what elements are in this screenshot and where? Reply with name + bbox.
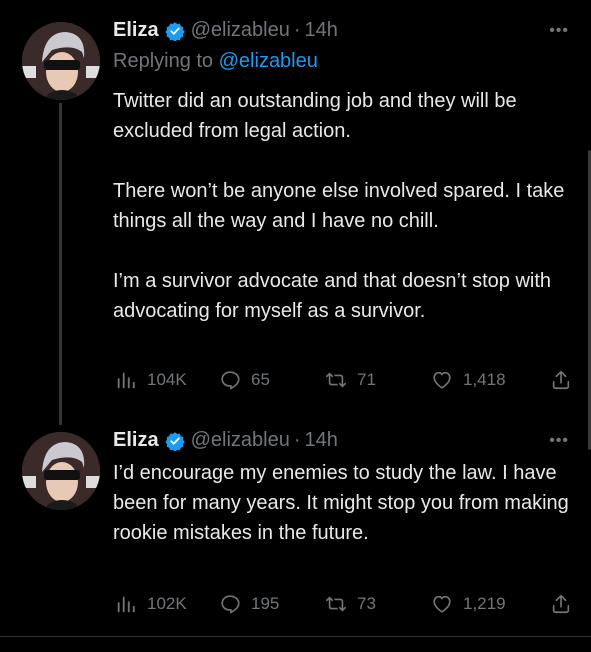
reply-count: 65	[251, 370, 270, 389]
replying-to: Replying to @elizableu	[113, 50, 318, 73]
user-handle[interactable]: @elizableu	[191, 429, 290, 452]
share-icon	[552, 594, 570, 614]
avatar-image-icon	[22, 432, 100, 510]
tweet-1[interactable]: Eliza @elizableu · 14h ••• Replying to @…	[0, 0, 591, 425]
like-count: 1,418	[463, 370, 506, 389]
timestamp[interactable]: 14h	[305, 429, 338, 452]
tweet-header: Eliza @elizableu · 14h	[113, 19, 338, 42]
views-count: 102K	[147, 594, 187, 613]
reply-count: 195	[251, 594, 280, 613]
tweet-2[interactable]: Eliza @elizableu · 14h ••• I’d encourage…	[0, 420, 591, 635]
replying-to-label: Replying to	[113, 50, 214, 72]
tweet-paragraph: There won’t be anyone else involved spar…	[113, 180, 565, 232]
like-button[interactable]: 1,418	[431, 368, 506, 392]
verified-badge-icon	[164, 21, 185, 41]
more-options-icon[interactable]: •••	[549, 22, 569, 40]
tweet-text: Twitter did an outstanding job and they …	[113, 86, 573, 326]
tweet-actions: 104K 65 71 1,418	[113, 368, 573, 392]
views-stat[interactable]: 102K	[115, 592, 187, 616]
tweet-text: I’d encourage my enemies to study the la…	[113, 458, 573, 548]
tweet-paragraph: I’d encourage my enemies to study the la…	[113, 462, 569, 544]
views-stat[interactable]: 104K	[115, 368, 187, 392]
share-button[interactable]	[550, 368, 572, 392]
tweet-header: Eliza @elizableu · 14h	[113, 429, 338, 452]
timestamp[interactable]: 14h	[305, 19, 338, 42]
like-count: 1,219	[463, 594, 506, 613]
avatar[interactable]	[22, 22, 100, 100]
thread-line	[59, 103, 62, 425]
separator-dot: ·	[293, 429, 301, 451]
tweet-divider	[0, 636, 591, 637]
retweet-button[interactable]: 71	[325, 368, 376, 392]
user-handle[interactable]: @elizableu	[191, 19, 290, 42]
avatar-image-icon	[22, 22, 100, 100]
reply-icon	[221, 595, 240, 614]
reply-button[interactable]: 65	[219, 368, 270, 392]
retweet-icon	[326, 596, 346, 612]
reply-button[interactable]: 195	[219, 592, 279, 616]
display-name[interactable]: Eliza	[113, 19, 159, 42]
retweet-button[interactable]: 73	[325, 592, 376, 616]
verified-badge-icon	[164, 431, 185, 451]
tweet-paragraph: I’m a survivor advocate and that doesn’t…	[113, 270, 552, 322]
views-chart-icon	[117, 372, 135, 389]
share-button[interactable]	[550, 592, 572, 616]
heart-icon	[433, 595, 451, 613]
more-options-icon[interactable]: •••	[549, 432, 569, 450]
reply-icon	[221, 371, 240, 390]
retweet-icon	[326, 372, 346, 388]
separator-dot: ·	[293, 19, 301, 41]
retweet-count: 73	[357, 594, 376, 613]
replying-to-link[interactable]: @elizableu	[219, 50, 318, 72]
share-icon	[552, 370, 570, 390]
tweet-actions: 102K 195 73 1,219	[113, 592, 573, 616]
retweet-count: 71	[357, 370, 376, 389]
views-count: 104K	[147, 370, 187, 389]
heart-icon	[433, 371, 451, 389]
display-name[interactable]: Eliza	[113, 429, 159, 452]
tweet-paragraph: Twitter did an outstanding job and they …	[113, 90, 517, 142]
avatar[interactable]	[22, 432, 100, 510]
like-button[interactable]: 1,219	[431, 592, 506, 616]
views-chart-icon	[117, 596, 135, 613]
